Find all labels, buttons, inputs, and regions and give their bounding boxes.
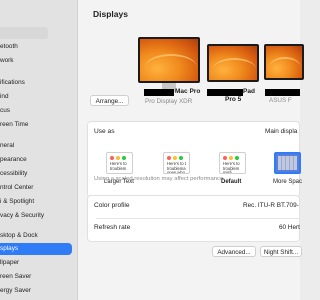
display-screen [138, 37, 200, 83]
page-title: Displays [93, 9, 128, 19]
use-as-label: Use as [94, 128, 115, 135]
sidebar-item-notifications[interactable]: ifications [0, 77, 77, 89]
sidebar-item-network[interactable]: work [0, 55, 77, 67]
display-screen [207, 44, 259, 82]
night-shift-button[interactable]: Night Shift... [260, 246, 302, 257]
sidebar-item-focus[interactable]: cus [0, 105, 77, 117]
sidebar-item-screen-time[interactable]: reen Time [0, 119, 77, 131]
sidebar-item-siri-spotlight[interactable]: i & Spotlight [0, 196, 77, 208]
sidebar-item-screen-saver[interactable]: reen Saver [0, 271, 77, 283]
display-settings-card: Use as Main displa Here's to troublem La… [87, 121, 303, 198]
sidebar-item-wallpaper[interactable]: llpaper [0, 257, 77, 269]
redacted-label [144, 89, 174, 96]
advanced-button[interactable]: Advanced... [212, 246, 256, 257]
sidebar-item-bluetooth[interactable]: etooth [0, 41, 77, 53]
scaled-resolution-note: Using a scaled resolution may affect per… [94, 176, 225, 182]
resolution-caption: More Spac [273, 179, 303, 185]
sample-text: Here's to troublem [110, 161, 127, 171]
sidebar-item-accessibility[interactable]: cessibility [0, 168, 77, 180]
monitor-subtitle: Pro 5 [225, 96, 242, 103]
sidebar-item-desktop-dock[interactable]: sktop & Dock [0, 230, 77, 242]
resolution-option-more-space[interactable] [274, 152, 301, 174]
display-screen [264, 44, 304, 80]
monitor-name: Pad [243, 88, 255, 95]
search-field[interactable] [0, 27, 48, 39]
resolution-option-default[interactable]: Here's to troublem misfi [219, 152, 246, 174]
redacted-label [265, 89, 300, 96]
use-as-popup[interactable]: Main displa [265, 128, 297, 135]
sidebar-item-general[interactable]: neral [0, 140, 77, 152]
sidebar-item-sound[interactable]: ind [0, 91, 77, 103]
resolution-option-larger-text[interactable]: Here's to troublem [106, 152, 133, 174]
refresh-rate-label: Refresh rate [94, 224, 131, 231]
sidebar-item-control-center[interactable]: ntrol Center [0, 182, 77, 194]
arrange-button[interactable]: Arrange... [90, 95, 129, 106]
color-refresh-card: Color profile Rec. ITU-R BT.709- Refresh… [87, 195, 300, 242]
monitor-subtitle: ASUS F [269, 97, 292, 104]
resolution-option-2[interactable]: Here's to t troublema ones who [163, 152, 190, 174]
sidebar-item-privacy-security[interactable]: vacy & Security [0, 210, 77, 222]
main-panel: Displays Mac Pro Pro Display XDR Pad Pro… [78, 0, 304, 300]
divider [96, 218, 299, 219]
color-profile-popup[interactable]: Rec. ITU-R BT.709- [243, 202, 299, 209]
monitor-asus[interactable] [264, 44, 304, 88]
sidebar-item-appearance[interactable]: pearance [0, 154, 77, 166]
redacted-label [207, 89, 243, 96]
sidebar: etooth work ifications ind cus reen Time… [0, 0, 78, 300]
sidebar-item-energy-saver[interactable]: ergy Saver [0, 285, 77, 297]
sample-text: Here's to troublem misfi [223, 161, 240, 174]
sidebar-item-displays[interactable]: splays [0, 243, 72, 255]
monitor-subtitle: Pro Display XDR [145, 98, 193, 105]
monitor-name: Mac Pro [175, 88, 201, 95]
sample-text: Here's to t troublema ones who [167, 161, 186, 174]
color-profile-label: Color profile [94, 202, 130, 209]
monitor-ipad[interactable] [207, 44, 259, 88]
desktop-preview [278, 156, 297, 170]
refresh-rate-popup[interactable]: 60 Hert [279, 224, 300, 231]
